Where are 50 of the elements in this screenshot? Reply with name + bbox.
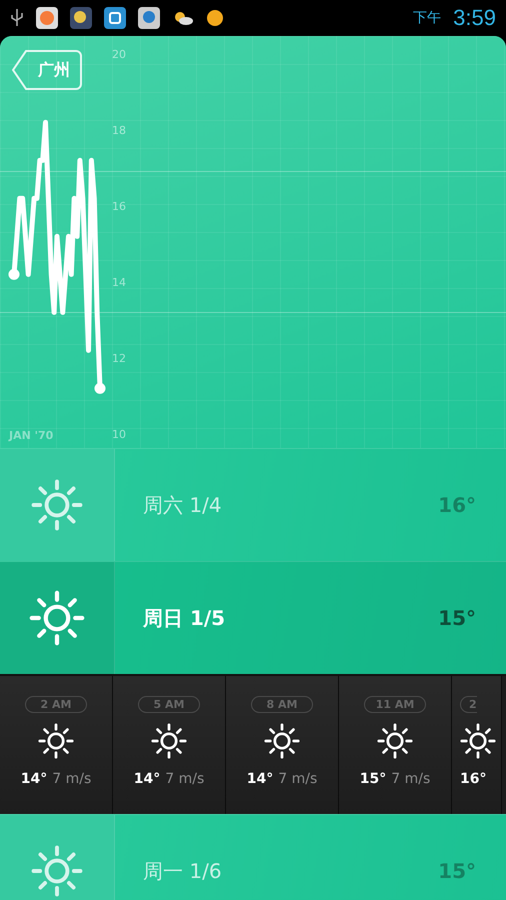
wind-speed: 7 m/s	[391, 771, 430, 787]
hour-temperature: 16°	[460, 771, 486, 787]
axis-tick-label: 10	[112, 428, 126, 441]
sun-icon	[29, 590, 85, 646]
sun-circle-icon	[206, 9, 224, 27]
wind-speed: 7 m/s	[278, 771, 318, 787]
day-label: 周日 1/5	[143, 604, 226, 632]
sun-icon	[151, 723, 187, 759]
cloud-sun-icon	[172, 10, 194, 26]
hour-label: 5 AM	[138, 696, 200, 713]
usb-icon	[10, 8, 24, 28]
clock-time: 3:59	[453, 5, 496, 31]
day-temperature: 16°	[438, 493, 476, 517]
day-row[interactable]: 周日 1/5 15°	[0, 561, 506, 674]
app-icon	[36, 7, 58, 29]
day-row[interactable]: 周六 1/4 16°	[0, 448, 506, 561]
wind-speed: 7 m/s	[165, 771, 204, 787]
globe-app-icon	[138, 7, 160, 29]
axis-tick-label: 16	[112, 200, 126, 213]
axis-tick-label: 20	[112, 48, 126, 61]
axis-tick-label: 12	[112, 352, 126, 365]
end-point	[94, 382, 106, 394]
day-temperature: 15°	[438, 606, 476, 630]
wind-speed: 7 m/s	[52, 771, 92, 787]
hour-label: 2	[460, 696, 477, 713]
hour-temperature: 14°	[246, 771, 274, 787]
start-point	[8, 268, 20, 280]
hour-temperature: 14°	[20, 771, 48, 787]
hour-label: 11 AM	[364, 696, 426, 713]
sun-icon	[31, 479, 83, 531]
hour-temperature: 14°	[134, 771, 160, 787]
sun-icon	[377, 723, 413, 759]
axis-tick-label: 18	[112, 124, 126, 137]
hour-label: 8 AM	[251, 696, 313, 713]
day-label: 周一 1/6	[143, 858, 222, 884]
city-back-button[interactable]: 广州	[12, 50, 82, 90]
sun-icon	[460, 723, 496, 759]
app-icon	[104, 7, 126, 29]
sun-icon	[38, 723, 74, 759]
day-label: 周六 1/4	[143, 492, 222, 518]
day-temperature: 15°	[438, 859, 476, 883]
hour-label: 2 AM	[25, 696, 87, 713]
axis-tick-label: 14	[112, 276, 126, 289]
time-period: 下午	[413, 9, 442, 27]
weather-app-icon	[70, 7, 92, 29]
day-row[interactable]: 周一 1/6 15°	[0, 814, 506, 900]
sun-icon	[264, 723, 300, 759]
date-label: JAN '70	[9, 429, 54, 442]
sun-icon	[31, 845, 83, 897]
hour-temperature: 15°	[360, 771, 386, 787]
